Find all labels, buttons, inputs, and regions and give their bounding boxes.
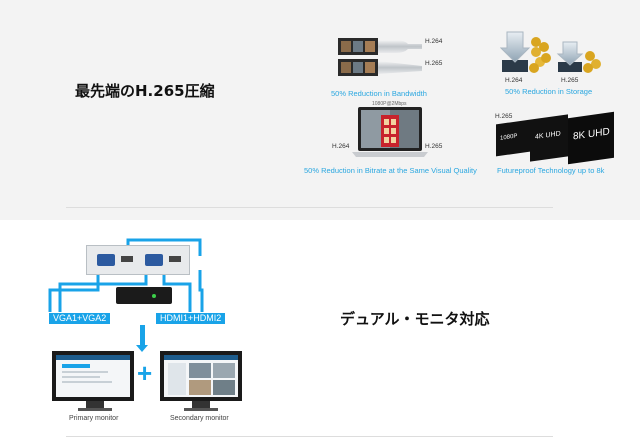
app-header-bar [56,355,130,360]
monitor-stand [86,401,104,408]
primary-monitor-screen [52,351,134,401]
camera-tile [213,363,235,378]
section-divider [66,207,553,208]
bandwidth-h264-label: H.264 [425,38,443,45]
res-4k-label: 4K UHD [535,130,561,141]
camera-tile [213,380,235,395]
nvr-rear-panel [86,245,190,275]
dual-monitor-title: デュアル・モニタ対応 [340,310,490,328]
future-h265-label: H.265 [495,113,513,120]
res-8k-label: 8K UHD [573,126,610,143]
laptop-illustration [352,107,428,162]
vga-port-icon [97,254,115,266]
connector-line [140,325,145,347]
storage-illustration [499,30,610,76]
h265-section-title: 最先端のH.265圧縮 [75,82,215,100]
camera-tile [189,363,211,378]
screen-1080p: 1080P [496,119,530,157]
secondary-monitor-screen [160,351,242,401]
nvr-device [116,287,172,304]
app-header-bar [164,355,238,360]
bandwidth-caption: 50% Reduction in Bandwidth [331,89,427,98]
monitor-base [78,408,112,411]
vga-port-icon [145,254,163,266]
storage-h265-label: H.265 [561,77,579,84]
screen-8k: 8K UHD [568,111,614,165]
side-panel [168,363,186,395]
vga-label: VGA1+VGA2 [49,313,111,324]
status-led-icon [152,294,156,298]
camera-tile [189,380,211,395]
storage-coins-icon [499,31,601,73]
bitrate-h264-label: H.264 [332,143,350,150]
plus-icon: + [137,358,153,388]
bandwidth-h265-label: H.265 [425,60,443,67]
primary-monitor-caption: Primary monitor [69,415,119,422]
menu-row [62,376,100,378]
menu-row [62,364,90,368]
hdmi-port-icon [169,256,181,262]
storage-caption: 50% Reduction in Storage [505,87,593,96]
monitor-stand [192,401,210,408]
res-1080p-label: 1080P [500,133,518,142]
section-divider [66,436,553,437]
arrow-down-icon [136,345,148,352]
storage-h264-label: H.264 [505,77,523,84]
laptop-icon [352,107,428,157]
hdmi-port-icon [121,256,133,262]
bitrate-h265-label: H.265 [425,143,443,150]
secondary-monitor-caption: Secondary monitor [170,415,229,422]
future-caption: Futureproof Technology up to 8k [497,166,605,175]
monitor-base [184,408,218,411]
bitrate-caption: 50% Reduction in Bitrate at the Same Vis… [304,166,477,175]
menu-row [62,371,108,373]
menu-row [62,381,112,383]
screen-4k: 4K UHD [530,114,568,162]
hdmi-label: HDMI1+HDMI2 [156,313,226,324]
